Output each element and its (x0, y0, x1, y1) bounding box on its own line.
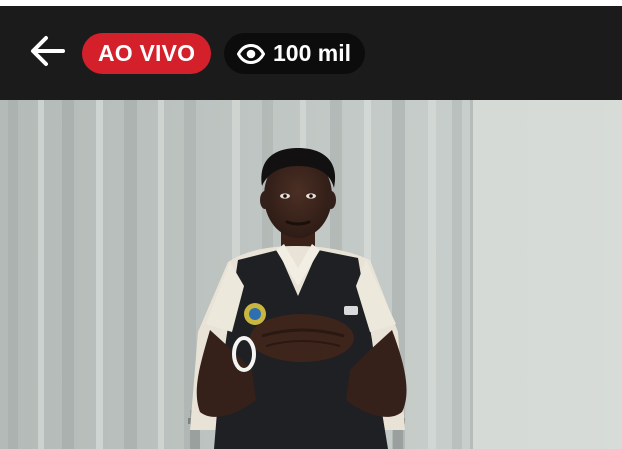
video-player[interactable] (0, 100, 622, 449)
viewer-count-badge: 100 mil (224, 33, 365, 74)
live-stream-screen: AO VIVO 100 mil (0, 0, 622, 449)
live-header: AO VIVO 100 mil (0, 6, 622, 100)
arrow-left-icon (31, 36, 65, 66)
viewer-count: 100 mil (273, 40, 351, 66)
video-frame (0, 100, 622, 449)
back-button[interactable] (26, 32, 68, 70)
live-badge: AO VIVO (82, 33, 212, 74)
eye-icon (237, 43, 265, 64)
live-label: AO VIVO (98, 40, 196, 66)
